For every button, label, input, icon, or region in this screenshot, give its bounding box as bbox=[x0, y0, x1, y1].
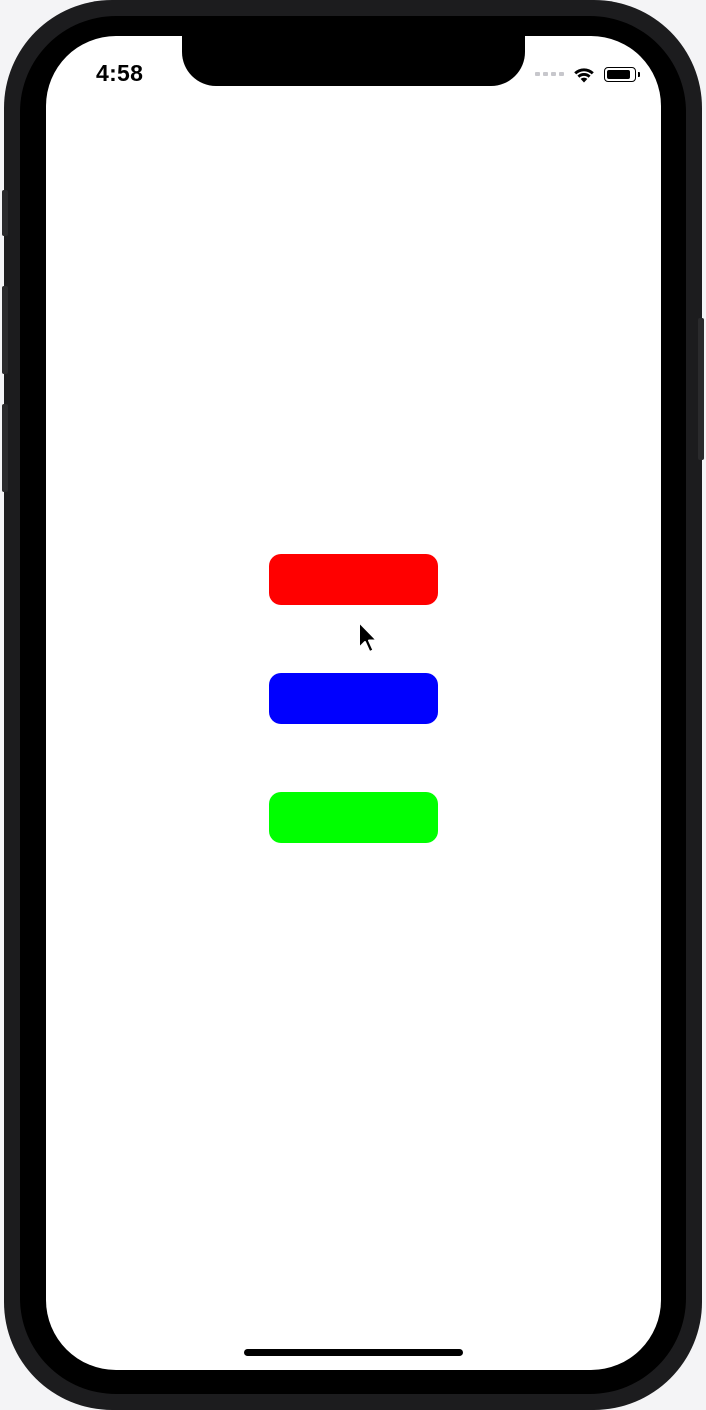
cellular-signal-icon bbox=[535, 72, 564, 76]
wifi-icon bbox=[572, 65, 596, 83]
status-bar-time: 4:58 bbox=[96, 60, 144, 86]
status-bar-indicators bbox=[535, 64, 640, 84]
battery-icon bbox=[604, 66, 640, 82]
home-indicator[interactable] bbox=[244, 1349, 463, 1356]
blue-button[interactable] bbox=[269, 673, 438, 724]
phone-screen: 4:58 bbox=[46, 36, 661, 1370]
green-button[interactable] bbox=[269, 792, 438, 843]
volume-down-button bbox=[2, 404, 8, 492]
notch bbox=[182, 36, 525, 86]
power-button bbox=[698, 318, 704, 460]
action-button bbox=[2, 190, 8, 236]
red-button[interactable] bbox=[269, 554, 438, 605]
volume-up-button bbox=[2, 286, 8, 374]
